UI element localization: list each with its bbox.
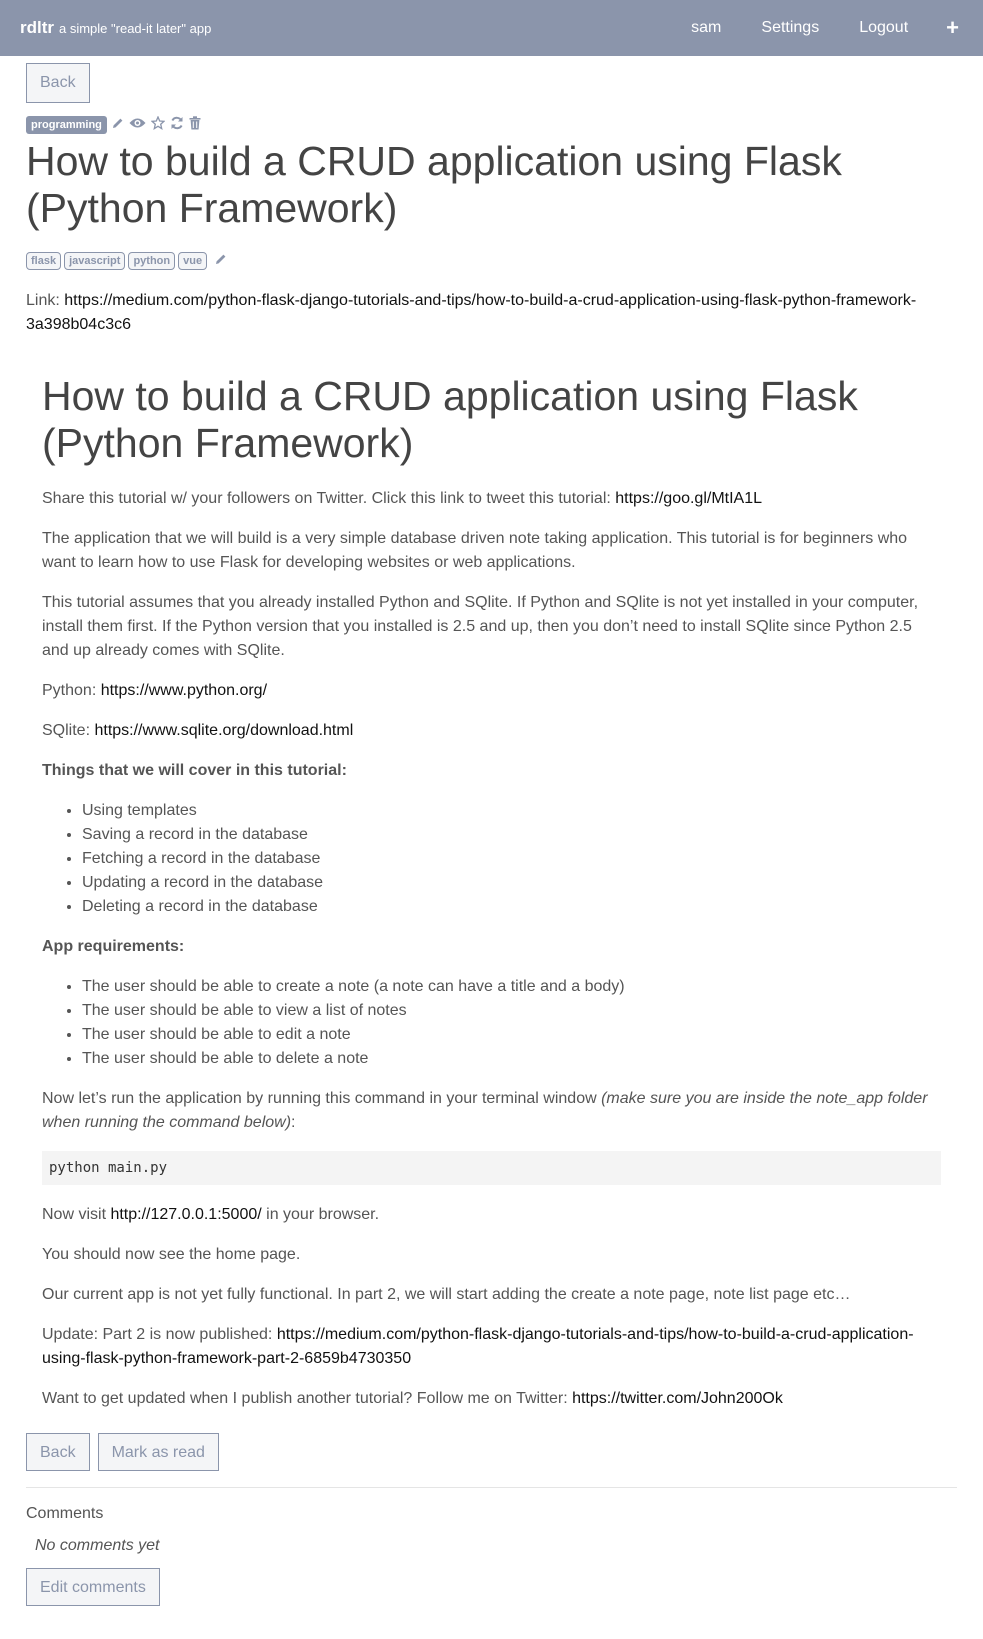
- tag-flask[interactable]: flask: [26, 252, 62, 270]
- cover-list-item: Fetching a record in the database: [82, 847, 941, 871]
- mark-as-read-button[interactable]: Mark as read: [97, 1433, 219, 1471]
- cover-list-item: Updating a record in the database: [82, 871, 941, 895]
- visit-suffix: in your browser.: [261, 1206, 380, 1223]
- brand-tagline: a simple "read-it later" app: [59, 20, 212, 36]
- paragraph-text: Share this tutorial w/ your followers on…: [42, 490, 616, 507]
- requirement-list-item: The user should be able to delete a note: [82, 1047, 941, 1071]
- requirements-heading: App requirements:: [42, 935, 941, 959]
- back-button[interactable]: Back: [26, 63, 90, 103]
- tags-row: flask javascript python vue: [26, 251, 957, 271]
- content-heading: How to build a CRUD application using Fl…: [42, 373, 858, 466]
- update-prefix: Update: Part 2 is now published:: [42, 1326, 277, 1343]
- requirements-list: The user should be able to create a note…: [42, 975, 941, 1071]
- nav-logout-link[interactable]: Logout: [859, 19, 908, 37]
- python-link[interactable]: https://www.python.org/: [101, 682, 267, 699]
- follow-prefix: Want to get updated when I publish anoth…: [42, 1390, 573, 1407]
- bottom-back-button[interactable]: Back: [26, 1433, 90, 1471]
- content-paragraph: The application that we will build is a …: [42, 530, 908, 571]
- cover-list: Using templatesSaving a record in the da…: [42, 799, 941, 919]
- follow-paragraph: Want to get updated when I publish anoth…: [42, 1387, 941, 1411]
- tag-vue[interactable]: vue: [178, 252, 208, 270]
- tweet-link[interactable]: https://goo.gl/MtIA1L: [615, 490, 762, 507]
- brand-logo[interactable]: rdltr: [20, 18, 54, 38]
- category-badge[interactable]: programming: [26, 116, 107, 134]
- article-title: How to build a CRUD application using Fl…: [26, 138, 842, 231]
- visit-prefix: Now visit: [42, 1206, 111, 1223]
- add-article-plus-icon[interactable]: +: [946, 17, 959, 39]
- requirement-list-item: The user should be able to view a list o…: [82, 999, 941, 1023]
- run-paragraph: Now let’s run the application by running…: [42, 1087, 941, 1135]
- content-paragraph: You should now see the home page.: [42, 1246, 301, 1263]
- star-icon[interactable]: [150, 114, 166, 135]
- edit-tags-pencil-icon[interactable]: [215, 252, 227, 270]
- content-paragraph: Share this tutorial w/ your followers on…: [42, 487, 941, 511]
- trash-icon[interactable]: [189, 115, 201, 135]
- visit-paragraph: Now visit http://127.0.0.1:5000/ in your…: [42, 1203, 941, 1227]
- cover-list-item: Using templates: [82, 799, 941, 823]
- divider: [26, 1487, 957, 1488]
- eye-icon[interactable]: [129, 116, 146, 134]
- sqlite-link-paragraph: SQlite: https://www.sqlite.org/download.…: [42, 719, 941, 743]
- cover-list-item: Saving a record in the database: [82, 823, 941, 847]
- cover-heading-text: Things that we will cover in this tutori…: [42, 762, 347, 779]
- edit-comments-button[interactable]: Edit comments: [26, 1568, 160, 1606]
- article-meta-row: programming: [26, 114, 957, 135]
- article-source-link[interactable]: https://medium.com/python-flask-django-t…: [26, 292, 916, 333]
- requirement-list-item: The user should be able to create a note…: [82, 975, 941, 999]
- nav-user-link[interactable]: sam: [691, 19, 721, 37]
- article-actions: Back Mark as read: [26, 1433, 957, 1471]
- requirements-heading-text: App requirements:: [42, 938, 185, 955]
- sqlite-link[interactable]: https://www.sqlite.org/download.html: [94, 722, 353, 739]
- article-content: How to build a CRUD application using Fl…: [26, 337, 957, 1411]
- nav-menu: sam Settings Logout +: [651, 17, 963, 39]
- run-colon: :: [291, 1114, 296, 1131]
- python-link-paragraph: Python: https://www.python.org/: [42, 679, 941, 703]
- navbar: rdltr a simple "read-it later" app sam S…: [0, 0, 983, 56]
- tag-javascript[interactable]: javascript: [64, 252, 126, 270]
- cover-list-item: Deleting a record in the database: [82, 895, 941, 919]
- nav-settings-link[interactable]: Settings: [761, 19, 819, 37]
- sqlite-label: SQlite:: [42, 722, 95, 739]
- localhost-link[interactable]: http://127.0.0.1:5000/: [110, 1206, 261, 1223]
- pencil-icon[interactable]: [112, 116, 124, 134]
- twitter-link[interactable]: https://twitter.com/John200Ok: [572, 1390, 783, 1407]
- requirement-list-item: The user should be able to edit a note: [82, 1023, 941, 1047]
- comments-heading: Comments: [26, 1505, 104, 1522]
- link-label: Link:: [26, 292, 60, 309]
- refresh-icon[interactable]: [170, 116, 184, 135]
- content-paragraph: Our current app is not yet fully functio…: [42, 1286, 851, 1303]
- run-text: Now let’s run the application by running…: [42, 1090, 602, 1107]
- python-label: Python:: [42, 682, 101, 699]
- update-paragraph: Update: Part 2 is now published: https:/…: [42, 1323, 941, 1371]
- content-paragraph: This tutorial assumes that you already i…: [42, 594, 919, 659]
- article-link-row: Link: https://medium.com/python-flask-dj…: [26, 289, 957, 337]
- code-block: python main.py: [42, 1151, 941, 1185]
- cover-heading: Things that we will cover in this tutori…: [42, 759, 941, 783]
- tag-python[interactable]: python: [128, 252, 176, 270]
- main-container: Back programming How to build a CRUD app…: [0, 56, 983, 1606]
- no-comments-text: No comments yet: [35, 1537, 160, 1554]
